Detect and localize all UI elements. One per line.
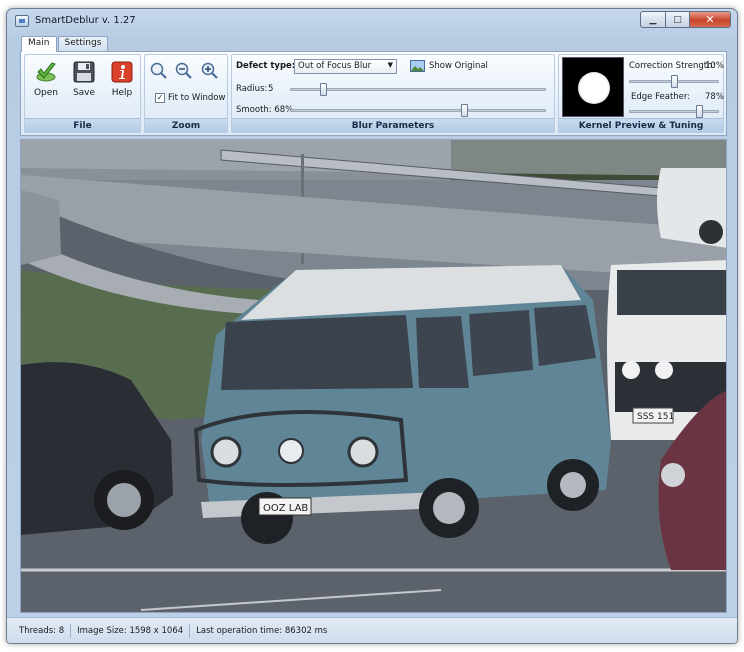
street-photo: SSS 151 OOZ LAB: [21, 140, 726, 612]
chevron-down-icon: ▼: [387, 61, 393, 69]
open-button[interactable]: Open: [28, 59, 64, 103]
help-label: Help: [111, 88, 133, 98]
app-window: SmartDeblur v. 1.27 ▁ □ ✕ Main Settings …: [6, 8, 738, 644]
fit-to-window-checkbox[interactable]: ✓: [155, 93, 165, 103]
zoom-group: ✓ Fit to Window Zoom: [144, 54, 228, 133]
show-original-toggle[interactable]: Show Original: [429, 61, 488, 71]
edge-feather-thumb[interactable]: [696, 105, 704, 118]
threads-status: Threads: 8: [15, 623, 72, 638]
title-bar[interactable]: SmartDeblur v. 1.27 ▁ □ ✕: [7, 9, 737, 33]
save-button[interactable]: Save: [66, 59, 102, 103]
save-label: Save: [72, 88, 96, 98]
kernel-group-label: Kernel Preview & Tuning: [559, 118, 723, 132]
van-license-plate: OOZ LAB: [263, 503, 308, 514]
minimize-button[interactable]: ▁: [640, 11, 665, 28]
ribbon: Open Save Help File ✓ Fit to Window Zoom…: [20, 51, 727, 136]
close-icon: ✕: [705, 13, 715, 26]
picture-icon: [410, 60, 425, 72]
defect-type-label: Defect type:: [236, 61, 296, 71]
edge-feather-value: 78%: [705, 92, 724, 102]
correction-strength-label: Correction Strength:: [629, 61, 716, 71]
file-group-label: File: [25, 118, 140, 132]
image-size-status: Image Size: 1598 x 1064: [71, 623, 191, 638]
minimize-icon: ▁: [649, 14, 657, 25]
radius-value: 5: [268, 84, 274, 94]
zoom-in-icon[interactable]: [201, 62, 219, 80]
correction-strength-value: 10%: [705, 61, 724, 71]
defect-type-value: Out of Focus Blur: [298, 61, 372, 71]
help-button[interactable]: Help: [104, 59, 140, 103]
operation-time-status: Last operation time: 86302 ms: [196, 625, 328, 636]
maximize-icon: □: [673, 14, 682, 25]
edge-feather-label: Edge Feather:: [631, 92, 691, 102]
maximize-button[interactable]: □: [665, 11, 689, 28]
open-label: Open: [33, 88, 59, 98]
zoom-out-icon[interactable]: [175, 62, 193, 80]
fit-to-window-label: Fit to Window: [168, 93, 226, 103]
defect-type-select[interactable]: Out of Focus Blur ▼: [294, 59, 397, 74]
blur-parameters-group-label: Blur Parameters: [232, 118, 554, 132]
kernel-group: Correction Strength: 10% Edge Feather: 7…: [558, 54, 724, 133]
radius-slider-thumb[interactable]: [320, 83, 328, 96]
floppy-disk-icon: [73, 61, 95, 83]
edge-feather-track[interactable]: [629, 110, 719, 113]
image-viewer[interactable]: SSS 151 OOZ LAB: [20, 139, 727, 613]
smooth-slider-thumb[interactable]: [461, 104, 469, 117]
status-bar: Threads: 8 Image Size: 1598 x 1064 Last …: [7, 617, 737, 643]
ribbon-tabs: Main Settings: [21, 36, 109, 52]
smooth-slider-track[interactable]: [290, 109, 546, 112]
app-icon: [15, 15, 29, 27]
window-controls: ▁ □ ✕: [640, 11, 731, 28]
kernel-preview: [562, 57, 624, 117]
suv-license-plate: SSS 151: [637, 412, 674, 422]
radius-label: Radius:: [236, 84, 268, 94]
close-button[interactable]: ✕: [689, 11, 731, 28]
window-title: SmartDeblur v. 1.27: [35, 15, 136, 26]
file-group: Open Save Help File: [24, 54, 141, 133]
correction-strength-thumb[interactable]: [671, 75, 678, 88]
radius-slider-track[interactable]: [290, 88, 546, 91]
kernel-disc: [578, 72, 610, 104]
smooth-label: Smooth: 68%: [236, 105, 294, 115]
blur-parameters-group: Defect type: Out of Focus Blur ▼ Show Or…: [231, 54, 555, 133]
open-checkmark-icon: [36, 62, 56, 82]
tab-main[interactable]: Main: [21, 36, 57, 52]
tab-settings[interactable]: Settings: [57, 36, 109, 51]
zoom-icon[interactable]: [150, 62, 168, 80]
zoom-group-label: Zoom: [145, 118, 227, 132]
help-info-icon: [111, 61, 133, 83]
